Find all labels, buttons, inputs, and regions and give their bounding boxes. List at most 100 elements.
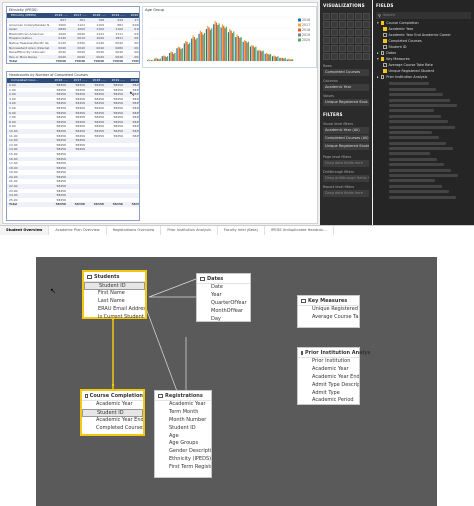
table-card-field[interactable]: Last Name	[84, 298, 145, 306]
age-bar[interactable]	[151, 60, 153, 61]
filter-card[interactable]: Academic Year (All)	[323, 127, 369, 134]
age-bar[interactable]	[187, 44, 189, 61]
age-bar[interactable]	[203, 33, 205, 61]
completed-header-cell[interactable]: 2020 .....	[127, 78, 139, 83]
visual-type-icon[interactable]	[355, 53, 362, 60]
age-bar[interactable]	[208, 27, 210, 61]
age-bar[interactable]	[177, 46, 179, 61]
age-bar[interactable]	[163, 55, 165, 61]
age-bar[interactable]	[262, 50, 264, 61]
age-bar[interactable]	[257, 50, 259, 61]
age-bar[interactable]	[152, 60, 154, 61]
visual-type-icon[interactable]	[363, 37, 370, 44]
ethnicity-header-cell[interactable]: 2018 .....	[89, 13, 108, 18]
age-bar[interactable]	[193, 37, 195, 61]
age-bar[interactable]	[201, 32, 203, 61]
visual-type-icon[interactable]	[339, 29, 346, 36]
table-card-field[interactable]: MonthOfYear	[197, 308, 250, 316]
table-card-field[interactable]: Age	[155, 433, 211, 441]
visual-type-icon[interactable]	[363, 53, 370, 60]
visual-type-icon[interactable]	[347, 45, 354, 52]
visual-type-icon[interactable]	[339, 45, 346, 52]
filter-card[interactable]: Completed Courses (All)	[323, 135, 369, 142]
age-bar[interactable]	[281, 57, 284, 61]
visual-type-icon[interactable]	[355, 13, 362, 20]
table-card-field[interactable]: Year	[197, 292, 250, 300]
age-bar[interactable]	[235, 37, 237, 61]
completed-header-cell[interactable]: 2017 .....	[70, 78, 89, 83]
completed-header-cell[interactable]: 2016 .....	[51, 78, 70, 83]
age-bar[interactable]	[192, 35, 194, 61]
age-bar[interactable]	[261, 51, 263, 61]
table-card-field[interactable]: Student ID	[84, 282, 145, 290]
age-bar[interactable]	[155, 57, 157, 61]
age-bar[interactable]	[240, 37, 242, 61]
age-bar[interactable]	[221, 24, 224, 61]
age-bar[interactable]	[271, 56, 274, 61]
visual-type-icon[interactable]	[323, 13, 330, 20]
page-tab[interactable]: IPEDS Unduplicated Headcou...	[265, 226, 334, 235]
age-bar[interactable]	[179, 47, 181, 61]
age-bar[interactable]	[230, 30, 232, 61]
age-bar[interactable]	[273, 55, 275, 61]
age-bar[interactable]	[255, 46, 257, 61]
visual-type-icon[interactable]	[331, 13, 338, 20]
age-bar[interactable]	[157, 58, 159, 61]
table-card-field[interactable]: Ethnicity (IPEDS)	[155, 456, 211, 464]
ethnicity-row[interactable]: Total 70040 70040 70040 70040 70040	[7, 59, 139, 63]
ethnicity-header-cell[interactable]: 2019 .....	[108, 13, 127, 18]
table-card-field[interactable]: Term Month	[155, 409, 211, 417]
age-bar[interactable]	[239, 37, 241, 61]
age-bar[interactable]	[195, 39, 197, 61]
table-card-field[interactable]: Academic Year	[82, 401, 143, 409]
fields-search-input[interactable]: ⚲ Search	[376, 12, 471, 19]
age-bar[interactable]	[243, 40, 246, 61]
table-card-field[interactable]: Prior Institution	[298, 358, 359, 366]
visual-type-icon[interactable]	[355, 21, 362, 28]
students-table-card[interactable]: Students Student ID First Name Last Name ERA…	[82, 270, 147, 320]
page-tab[interactable]: Prior Institution Analysis	[161, 226, 218, 235]
age-bar[interactable]	[265, 53, 268, 61]
age-bar[interactable]	[186, 41, 188, 61]
well-field[interactable]: Completed Courses	[323, 69, 369, 76]
ethnicity-matrix[interactable]: Ethnicity (IPEDS) Ethnicity (IPEDS) 2016 …	[6, 6, 140, 64]
table-card-field[interactable]: Day	[197, 316, 250, 324]
visual-type-icon[interactable]	[347, 21, 354, 28]
table-checkbox[interactable]	[380, 75, 385, 79]
age-bar[interactable]	[149, 60, 151, 61]
age-bar[interactable]	[267, 53, 269, 61]
age-bar[interactable]	[189, 42, 191, 61]
age-bar[interactable]	[231, 33, 234, 61]
filter-drop-zone[interactable]: Drag data fields here	[323, 190, 369, 197]
age-bar[interactable]	[224, 28, 226, 61]
well-field[interactable]: Unique Registered Stud...	[323, 99, 369, 106]
field-checkbox[interactable]	[383, 27, 387, 31]
age-bar[interactable]	[275, 57, 278, 61]
visual-type-icon[interactable]	[323, 21, 330, 28]
age-bar[interactable]	[233, 31, 235, 61]
age-bar[interactable]	[218, 23, 220, 61]
age-bar[interactable]	[280, 57, 282, 61]
well-field[interactable]: Academic Year	[323, 84, 369, 91]
field-checkbox[interactable]	[383, 69, 387, 73]
age-bar[interactable]	[214, 21, 216, 61]
table-card-field[interactable]: Academic Year	[298, 366, 359, 374]
age-bar[interactable]	[148, 59, 150, 61]
age-bar[interactable]	[180, 49, 182, 61]
age-bar[interactable]	[286, 59, 288, 61]
visual-type-icon[interactable]	[355, 37, 362, 44]
table-card-field[interactable]: Admit Type Descript	[298, 382, 359, 390]
page-tab[interactable]: Registrations Overview	[107, 226, 162, 235]
visual-type-icon[interactable]	[323, 53, 330, 60]
age-bar[interactable]	[246, 42, 248, 61]
table-card-field[interactable]: Academic Year End Aca	[82, 417, 143, 425]
filter-drop-zone[interactable]: Drag drillthrough fields here	[323, 175, 369, 182]
age-bar[interactable]	[252, 45, 254, 61]
age-bar[interactable]	[289, 59, 291, 61]
completed-row[interactable]: Total 58456 58456 58456 58456 58456	[7, 202, 139, 208]
visual-type-icon[interactable]	[331, 45, 338, 52]
age-bar[interactable]	[269, 53, 272, 61]
visual-type-icon[interactable]	[363, 29, 370, 36]
age-group-chart[interactable]: Age Group 2016 2017 2018 2019 2020	[142, 6, 317, 68]
table-card-title[interactable]: Course Completion	[82, 391, 143, 401]
